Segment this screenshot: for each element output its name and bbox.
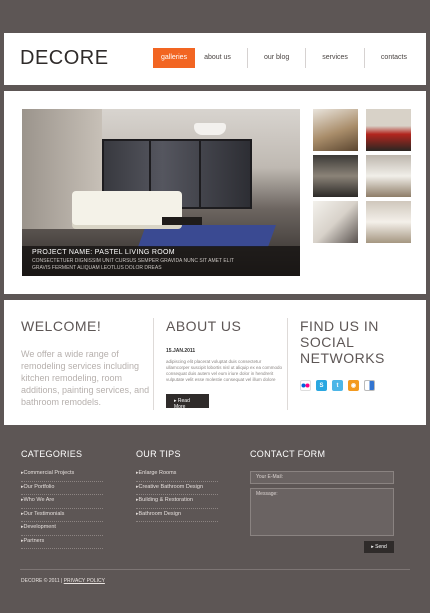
caption-text: CONSECTETUER DIGNISSIM UNIT CURSUS SEMPE… <box>32 258 234 271</box>
about-column: ABOUT US 15.JAN.2011 adipiscing elit pla… <box>166 318 284 413</box>
tip-link[interactable]: Enlarge Rooms <box>136 468 218 482</box>
nav-our-blog[interactable]: our blog <box>255 48 298 68</box>
info-section: WELCOME! We offer a wide range of remode… <box>4 300 426 425</box>
thumbnail[interactable] <box>366 201 411 243</box>
tip-link[interactable]: Creative Bathroom Design <box>136 482 218 495</box>
rss-icon[interactable]: ◉ <box>348 380 359 391</box>
thumbnail[interactable] <box>366 155 411 197</box>
tips-list: Enlarge Rooms Creative Bathroom Design B… <box>136 468 218 522</box>
hero-rug <box>137 225 277 247</box>
welcome-title: WELCOME! <box>21 318 102 334</box>
about-text: adipiscing elit placerat voluptat duis c… <box>166 359 283 382</box>
thumbnail[interactable] <box>313 201 358 243</box>
hero-section: PROJECT NAME: PASTEL LIVING ROOM CONSECT… <box>4 91 426 294</box>
category-link[interactable]: Development <box>21 522 103 536</box>
twitter-icon[interactable]: t <box>332 380 343 391</box>
nav-contacts[interactable]: contacts <box>372 48 416 68</box>
nav-services[interactable]: services <box>313 48 357 68</box>
header: DECORE galleries about us our blog servi… <box>4 33 426 85</box>
thumbnail[interactable] <box>313 155 358 197</box>
delicious-icon[interactable] <box>364 380 375 391</box>
thumbnail[interactable] <box>313 109 358 151</box>
social-icons: S t ◉ <box>300 380 415 391</box>
send-button[interactable]: ▸ Send <box>364 541 394 553</box>
nav-galleries[interactable]: galleries <box>153 48 196 68</box>
about-title: ABOUT US <box>166 318 242 334</box>
email-field[interactable]: Your E-Mail: <box>250 471 394 484</box>
tip-link[interactable]: Bathroom Design <box>136 509 218 522</box>
category-link[interactable]: Our Portfolio <box>21 482 103 495</box>
category-link[interactable]: Partners <box>21 536 103 549</box>
hero-image[interactable]: PROJECT NAME: PASTEL LIVING ROOM CONSECT… <box>22 109 300 276</box>
footer-divider <box>20 569 410 570</box>
post-date: 15.JAN.2011 <box>166 348 196 354</box>
social-title: FIND US IN SOCIAL NETWORKS <box>300 318 385 366</box>
welcome-text: We offer a wide range of remodeling serv… <box>21 349 150 407</box>
hero-lamp <box>194 123 226 135</box>
main-nav: galleries about us our blog services con… <box>153 48 416 68</box>
category-link[interactable]: Who We Are <box>21 495 103 509</box>
thumbnail-grid <box>313 109 412 243</box>
hero-table <box>162 217 202 225</box>
column-divider <box>153 318 154 410</box>
read-more-button[interactable]: ▸ Read More <box>166 394 209 410</box>
welcome-column: WELCOME! We offer a wide range of remode… <box>21 318 151 408</box>
contact-title: CONTACT FORM <box>250 449 326 459</box>
tips-title: OUR TIPS <box>136 449 181 459</box>
caption-title: PROJECT NAME: PASTEL LIVING ROOM <box>32 249 175 256</box>
categories-list: Commercial Projects Our Portfolio Who We… <box>21 468 103 549</box>
copyright: DECORE © 2011 | PRIVACY POLICY <box>21 578 105 584</box>
hero-caption: PROJECT NAME: PASTEL LIVING ROOM CONSECT… <box>22 246 300 276</box>
nav-divider <box>246 48 248 68</box>
nav-divider <box>305 48 307 68</box>
send-label: Send <box>375 544 387 550</box>
flickr-icon[interactable] <box>300 380 311 391</box>
categories-title: CATEGORIES <box>21 449 83 459</box>
category-link[interactable]: Our Testimonials <box>21 509 103 522</box>
nav-divider <box>363 48 365 68</box>
tip-link[interactable]: Building & Restoration <box>136 495 218 509</box>
nav-about-us[interactable]: about us <box>195 48 240 68</box>
message-field[interactable]: Message: <box>250 488 394 536</box>
logo[interactable]: DECORE <box>20 47 109 70</box>
category-link[interactable]: Commercial Projects <box>21 468 103 482</box>
column-divider <box>287 318 288 410</box>
thumbnail[interactable] <box>366 109 411 151</box>
privacy-policy-link[interactable]: PRIVACY POLICY <box>64 578 105 584</box>
social-column: FIND US IN SOCIAL NETWORKS S t ◉ <box>300 318 415 391</box>
skype-icon[interactable]: S <box>316 380 327 391</box>
copyright-text: DECORE © 2011 | <box>21 578 63 584</box>
